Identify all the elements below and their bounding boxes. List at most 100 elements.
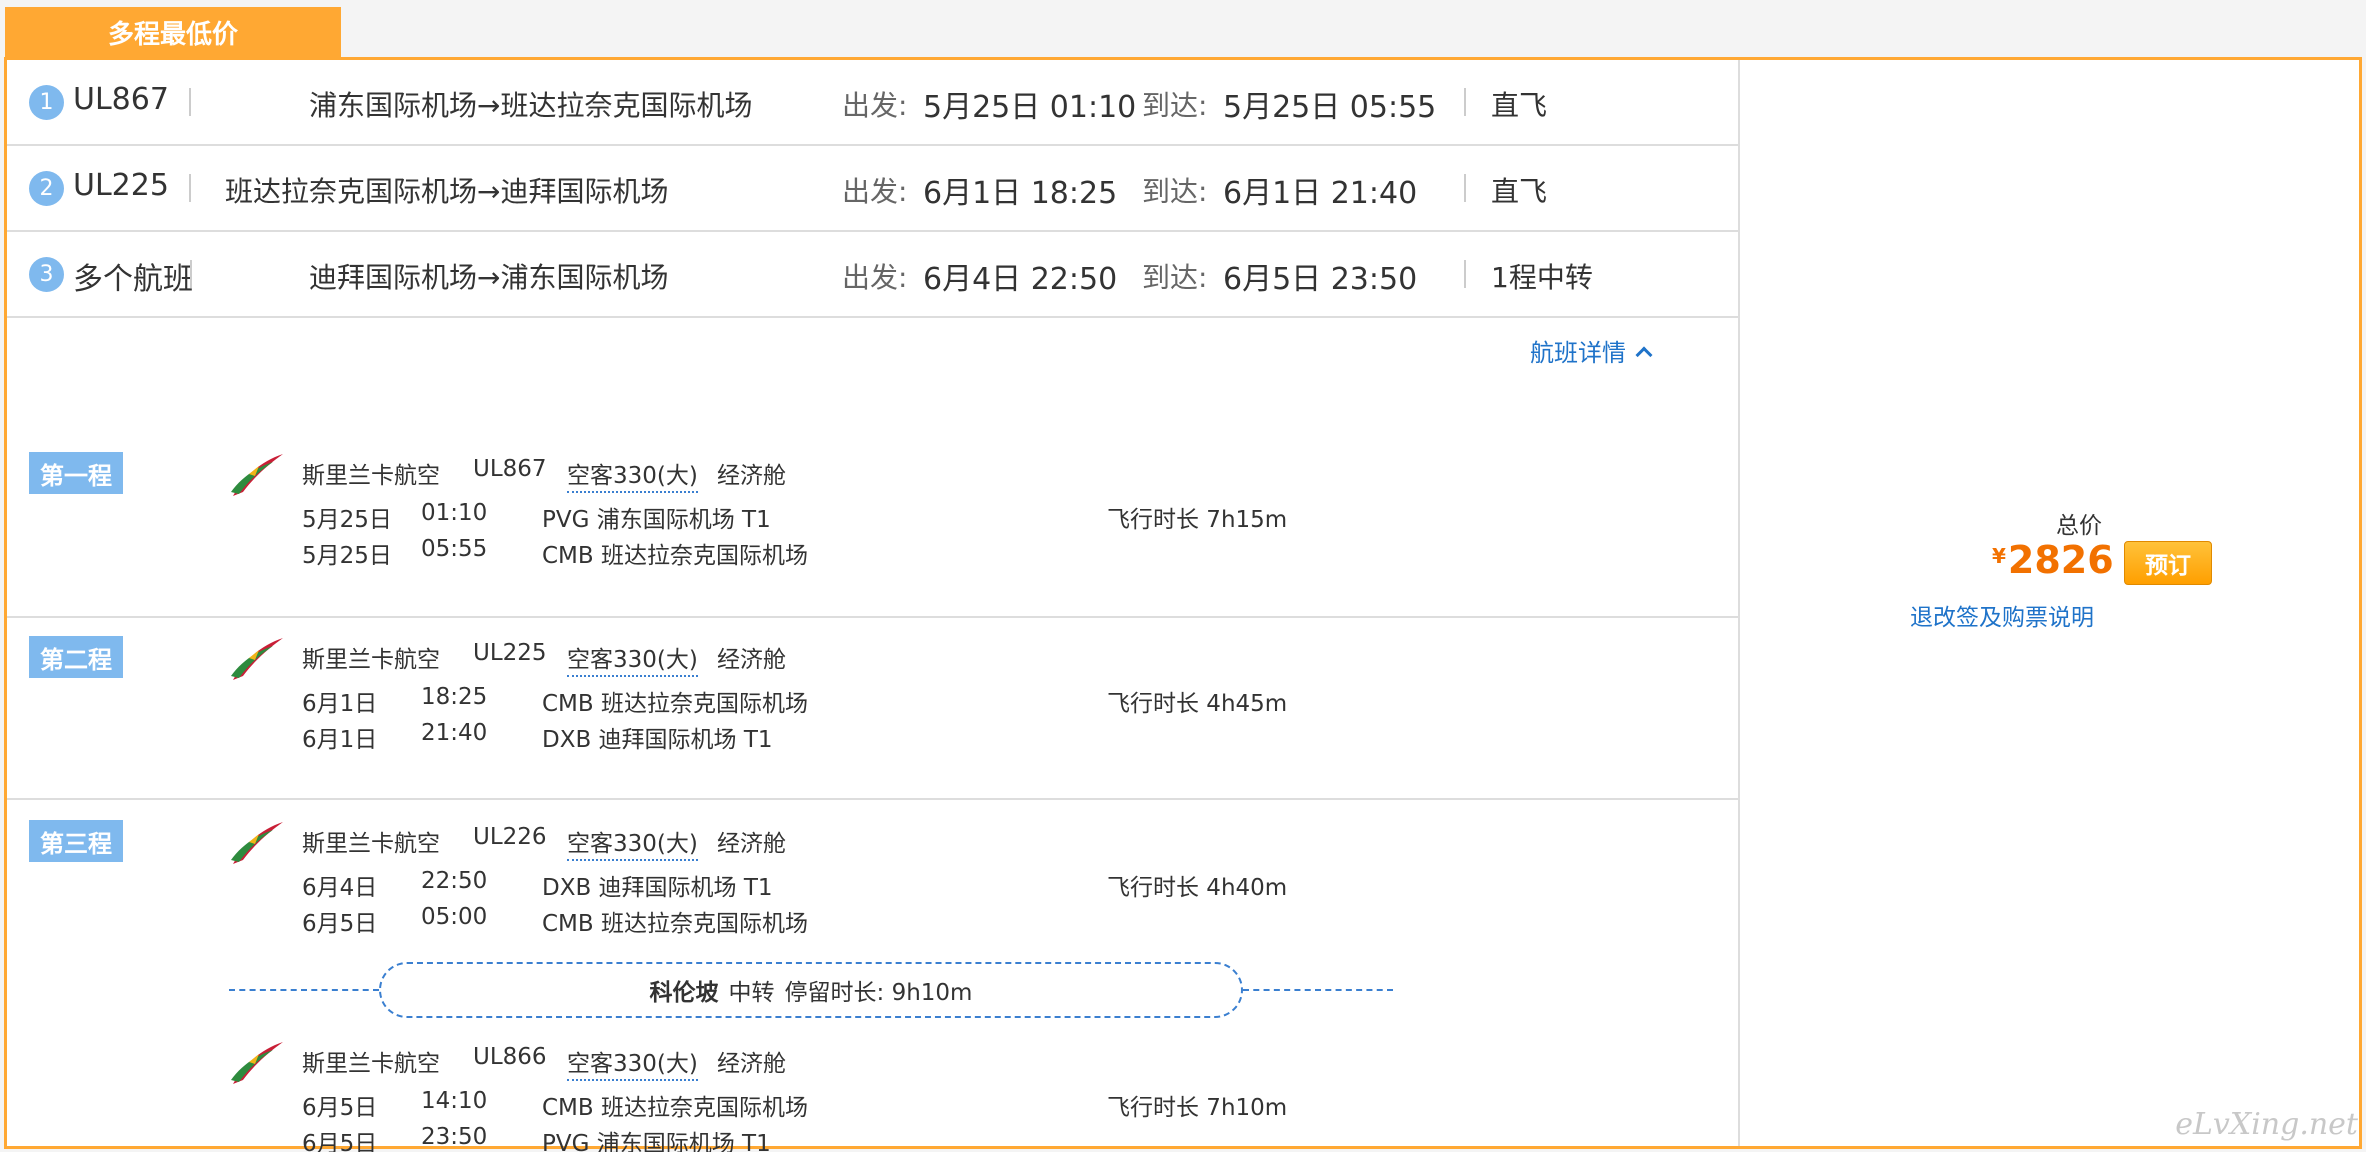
departure-time: 14:10 [421, 1088, 488, 1114]
leg-2: 第二程 斯里兰卡航空 UL225 空客330(大) 经济舱 6月1日 18:25… [7, 618, 1740, 800]
aircraft-type[interactable]: 空客330(大) [567, 1044, 698, 1081]
arrive-time: 5月25日 05:55 [1223, 90, 1437, 125]
depart-time: 6月4日 22:50 [923, 262, 1118, 297]
price-panel: 总价 ¥ 2826 预订 退改签及购票说明 [1742, 60, 2359, 1146]
depart-time: 6月1日 18:25 [923, 176, 1118, 211]
dashed-line [1243, 989, 1393, 991]
srilankan-airlines-logo-icon [231, 1042, 283, 1084]
leg-number-badge: 1 [29, 85, 64, 120]
aircraft-type[interactable]: 空客330(大) [567, 640, 698, 677]
cabin-class: 经济舱 [717, 1051, 786, 1077]
refund-policy-link[interactable]: 退改签及购票说明 [1910, 598, 2094, 632]
airline-name: 斯里兰卡航空 [302, 463, 440, 489]
flight-number: UL226 [473, 824, 547, 850]
airline-name: 斯里兰卡航空 [302, 1051, 440, 1077]
depart-label: 出发: [842, 175, 908, 208]
tab-bar: 多程最低价 [0, 0, 2366, 58]
transfer-label: 中转 [728, 980, 775, 1006]
itinerary-card: 1 UL867 浦东国际机场→班达拉奈克国际机场 出发: 5月25日 01:10… [4, 57, 2362, 1152]
arrival-airport: CMB 班达拉奈克国际机场 [542, 543, 808, 569]
flight-duration: 飞行时长 7h10m [1107, 1095, 1288, 1121]
flight-type: 1程中转 [1491, 261, 1593, 294]
airline-name: 斯里兰卡航空 [302, 647, 440, 673]
flight-details-toggle[interactable]: 航班详情 [1530, 333, 1653, 368]
departure-time: 22:50 [421, 868, 488, 894]
aircraft-type[interactable]: 空客330(大) [567, 456, 698, 493]
leg-1: 第一程 斯里兰卡航空 UL867 空客330(大) 经济舱 5月25日 01:1… [7, 378, 1740, 618]
segment: 斯里兰卡航空 UL225 空客330(大) 经济舱 6月1日 18:25 CMB… [7, 636, 1740, 766]
transfer-city: 科伦坡 [649, 980, 719, 1006]
depart-label: 出发: [842, 89, 908, 122]
route: 浦东国际机场→班达拉奈克国际机场 [309, 89, 753, 122]
summary-row-1: 1 UL867 浦东国际机场→班达拉奈克国际机场 出发: 5月25日 01:10… [7, 60, 1740, 146]
divider [1464, 88, 1466, 116]
leg-number-badge: 3 [29, 257, 64, 292]
segment: 斯里兰卡航空 UL226 空客330(大) 经济舱 6月4日 22:50 DXB… [7, 820, 1740, 950]
layover-duration: 停留时长: 9h10m [784, 980, 973, 1006]
cabin-class: 经济舱 [717, 463, 786, 489]
transfer-info: 科伦坡 中转 停留时长: 9h10m [7, 962, 1740, 1018]
arrive-label: 到达: [1142, 89, 1208, 122]
arrival-airport: CMB 班达拉奈克国际机场 [542, 911, 808, 937]
summary-row-2: 2 UL225 班达拉奈克国际机场→迪拜国际机场 出发: 6月1日 18:25 … [7, 146, 1740, 232]
airline-name: 斯里兰卡航空 [302, 831, 440, 857]
site-watermark: eLvXing.net [2175, 1107, 2358, 1142]
divider [189, 88, 191, 116]
dashed-line [229, 989, 379, 991]
arrival-date: 6月5日 [302, 1131, 378, 1152]
departure-date: 6月1日 [302, 691, 378, 717]
divider [1464, 174, 1466, 202]
flight-type: 直飞 [1491, 89, 1548, 122]
departure-airport: DXB 迪拜国际机场 T1 [542, 875, 773, 901]
price-amount: 2826 [2007, 538, 2114, 582]
divider [1464, 260, 1466, 288]
depart-time: 5月25日 01:10 [923, 90, 1137, 125]
flight-duration: 飞行时长 4h40m [1107, 875, 1288, 901]
flight-code: 多个航班 [73, 262, 193, 297]
segment: 斯里兰卡航空 UL866 空客330(大) 经济舱 6月5日 14:10 CMB… [7, 1040, 1740, 1152]
leg-number-badge: 2 [29, 171, 64, 206]
total-price-label: 总价 [2056, 513, 2102, 539]
chevron-up-icon [1635, 346, 1653, 363]
arrival-date: 6月5日 [302, 911, 378, 937]
departure-date: 5月25日 [302, 507, 392, 533]
leg-3: 第三程 斯里兰卡航空 UL226 空客330(大) 经济舱 6月4日 22:50… [7, 800, 1740, 1152]
tab-lowest-multi-city[interactable]: 多程最低价 [5, 7, 341, 57]
departure-airport: CMB 班达拉奈克国际机场 [542, 1095, 808, 1121]
arrival-time: 05:55 [421, 536, 488, 562]
flight-number: UL225 [473, 640, 547, 666]
summary-row-3: 3 多个航班 迪拜国际机场→浦东国际机场 出发: 6月4日 22:50 到达: … [7, 232, 1740, 318]
departure-date: 6月4日 [302, 875, 378, 901]
divider [189, 174, 191, 202]
srilankan-airlines-logo-icon [231, 822, 283, 864]
arrival-time: 23:50 [421, 1124, 488, 1150]
srilankan-airlines-logo-icon [231, 454, 283, 496]
segment: 斯里兰卡航空 UL867 空客330(大) 经济舱 5月25日 01:10 PV… [7, 452, 1740, 582]
book-button[interactable]: 预订 [2124, 541, 2212, 585]
divider [190, 260, 192, 288]
aircraft-type[interactable]: 空客330(大) [567, 824, 698, 861]
arrival-time: 21:40 [421, 720, 488, 746]
flight-code: UL867 [73, 82, 169, 117]
srilankan-airlines-logo-icon [231, 638, 283, 680]
cabin-class: 经济舱 [717, 647, 786, 673]
route: 班达拉奈克国际机场→迪拜国际机场 [225, 175, 669, 208]
route: 迪拜国际机场→浦东国际机场 [309, 261, 669, 294]
arrival-date: 5月25日 [302, 543, 392, 569]
flight-duration: 飞行时长 4h45m [1107, 691, 1288, 717]
arrive-label: 到达: [1142, 261, 1208, 294]
flight-number: UL866 [473, 1044, 547, 1070]
flight-number: UL867 [473, 456, 547, 482]
currency-symbol: ¥ [1992, 544, 2006, 568]
arrival-time: 05:00 [421, 904, 488, 930]
arrive-time: 6月5日 23:50 [1223, 262, 1418, 297]
departure-date: 6月5日 [302, 1095, 378, 1121]
arrival-airport: DXB 迪拜国际机场 T1 [542, 727, 773, 753]
flight-duration: 飞行时长 7h15m [1107, 507, 1288, 533]
itinerary-details: 1 UL867 浦东国际机场→班达拉奈克国际机场 出发: 5月25日 01:10… [7, 60, 1740, 1152]
flight-code: UL225 [73, 168, 169, 203]
arrive-label: 到达: [1142, 175, 1208, 208]
departure-airport: CMB 班达拉奈克国际机场 [542, 691, 808, 717]
flight-details-label: 航班详情 [1530, 339, 1626, 367]
cabin-class: 经济舱 [717, 831, 786, 857]
